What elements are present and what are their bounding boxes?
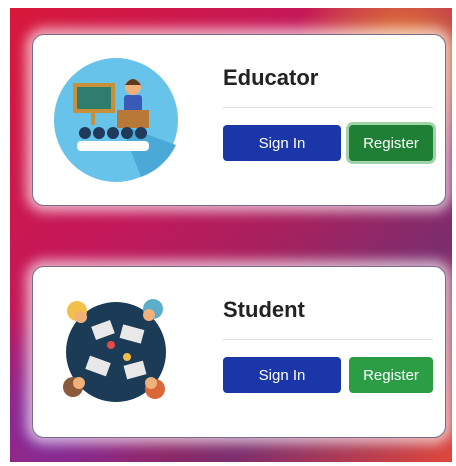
card-title: Student (223, 297, 305, 322)
student-register-button[interactable]: Register (349, 357, 433, 393)
educator-sign-in-button[interactable]: Sign In (223, 125, 341, 161)
educator-card: Educator Sign In Register (32, 34, 446, 206)
student-sign-in-button[interactable]: Sign In (223, 357, 341, 393)
divider (223, 339, 433, 340)
educator-register-button[interactable]: Register (349, 125, 433, 161)
card-title: Educator (223, 65, 319, 90)
students-around-table-icon (51, 287, 181, 417)
divider (223, 107, 433, 108)
teacher-presenting-icon (51, 55, 181, 185)
student-card: Student Sign In Register (32, 266, 446, 438)
